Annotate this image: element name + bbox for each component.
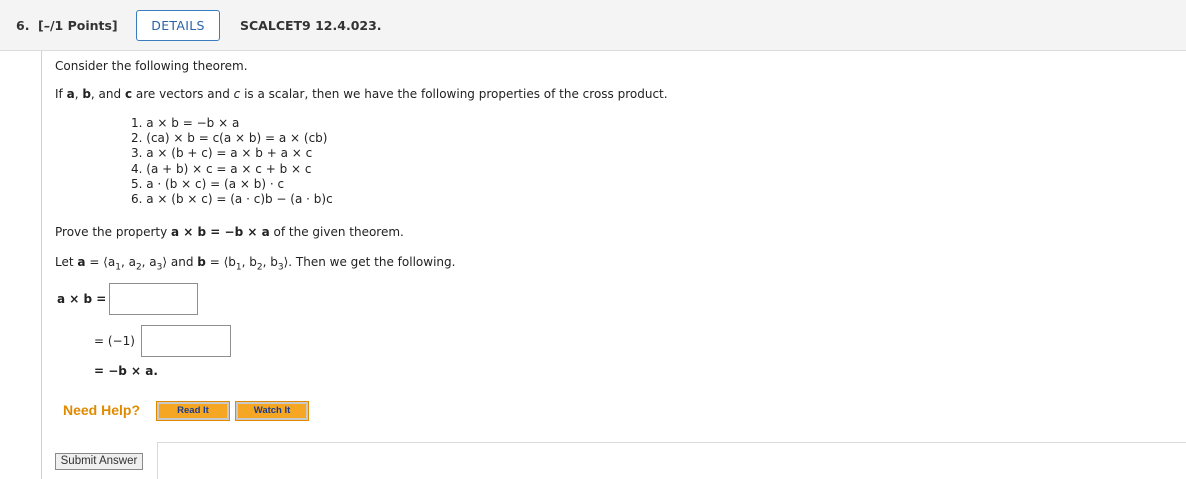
- let-statement: Let a = ⟨a1, a2, a3⟩ and b = ⟨b1, b2, b3…: [55, 255, 456, 273]
- question-header: 6. [–/1 Points] DETAILS SCALCET9 12.4.02…: [0, 0, 1186, 51]
- step2-label: = (−1): [94, 334, 135, 348]
- theorem-statement: If a, b, and c are vectors and c is a sc…: [55, 87, 668, 101]
- left-divider: [41, 51, 42, 479]
- question-number: 6.: [16, 18, 30, 33]
- answer-area-border: [157, 442, 158, 479]
- property-item: 4. (a + b) × c = a × c + b × c: [131, 161, 312, 176]
- points-label: [–/1 Points]: [38, 18, 118, 33]
- submit-answer-button[interactable]: Submit Answer: [55, 453, 143, 470]
- answer-input-2[interactable]: [141, 325, 231, 357]
- prove-instruction: Prove the property a × b = −b × a of the…: [55, 225, 404, 239]
- read-it-button[interactable]: Read It: [156, 401, 230, 421]
- property-item: 3. a × (b + c) = a × b + a × c: [131, 146, 313, 161]
- need-help-label: Need Help?: [63, 402, 141, 418]
- watch-it-button[interactable]: Watch It: [235, 401, 309, 421]
- assignment-code: SCALCET9 12.4.023.: [240, 18, 382, 33]
- property-item: 5. a · (b × c) = (a × b) · c: [131, 176, 285, 191]
- property-item: 6. a × (b × c) = (a · c)b − (a · b)c: [131, 192, 333, 207]
- property-item: 1. a × b = −b × a: [131, 116, 240, 130]
- step3-label: = −b × a.: [94, 364, 158, 378]
- property-list: 1. a × b = −b × a 2. (ca) × b = c(a × b)…: [131, 116, 333, 207]
- problem-intro: Consider the following theorem.: [55, 59, 248, 73]
- step1-label: a × b =: [57, 292, 107, 306]
- property-item: 2. (ca) × b = c(a × b) = a × (cb): [131, 131, 328, 146]
- answer-area-divider: [157, 442, 1186, 443]
- details-button[interactable]: DETAILS: [136, 10, 220, 41]
- answer-input-1[interactable]: [109, 283, 198, 315]
